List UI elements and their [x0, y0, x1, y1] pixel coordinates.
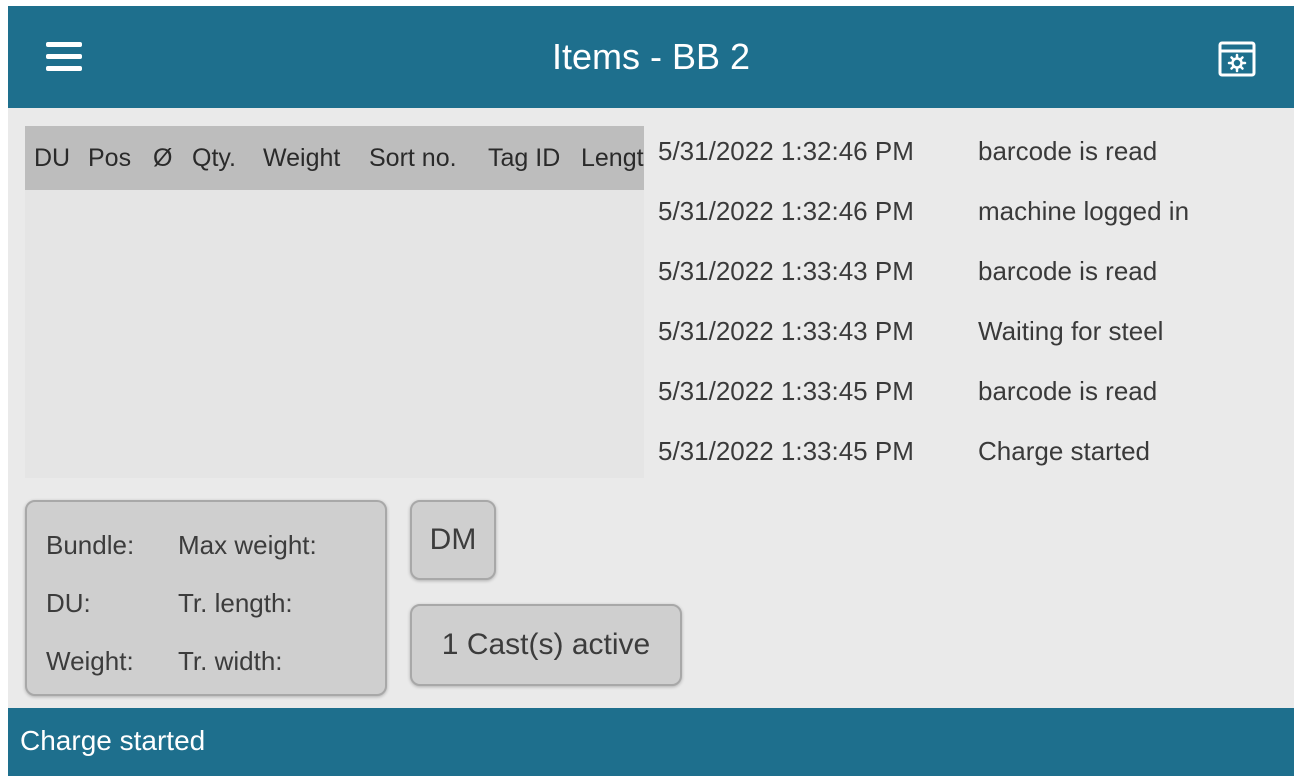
dm-button[interactable]: DM	[410, 500, 496, 580]
column-header-du[interactable]: DU	[34, 126, 70, 190]
column-header-qty[interactable]: Qty.	[192, 126, 236, 190]
bundle-label: Bundle:	[46, 530, 135, 560]
log-timestamp: 5/31/2022 1:32:46 PM	[658, 136, 914, 166]
top-bar: Items - BB 2	[8, 6, 1294, 108]
app-frame: Items - BB 2 DU Pos Ø Qty. Weight Sort n…	[8, 6, 1294, 776]
log-message: barcode is read	[978, 376, 1158, 406]
column-header-tag-id[interactable]: Tag ID	[488, 126, 560, 190]
du-label: DU:	[46, 588, 91, 618]
status-bar: Charge started	[8, 708, 1294, 776]
log-timestamp: 5/31/2022 1:33:43 PM	[658, 256, 914, 286]
bundle-info-panel: Bundle: Max weight: DU: Tr. length: Weig…	[25, 500, 387, 696]
cast-active-button[interactable]: 1 Cast(s) active	[410, 604, 682, 686]
log-timestamp: 5/31/2022 1:33:45 PM	[658, 376, 914, 406]
max-weight-label: Max weight:	[178, 530, 317, 560]
log-entry: 5/31/2022 1:32:46 PM machine logged in	[658, 196, 1278, 236]
log-message: barcode is read	[978, 136, 1158, 166]
tr-length-label: Tr. length:	[178, 588, 293, 618]
page-title: Items - BB 2	[551, 36, 751, 77]
log-entry: 5/31/2022 1:33:43 PM Waiting for steel	[658, 316, 1278, 356]
log-timestamp: 5/31/2022 1:33:45 PM	[658, 436, 914, 466]
table-header: DU Pos Ø Qty. Weight Sort no. Tag ID Len…	[25, 126, 644, 190]
log-entry: 5/31/2022 1:33:45 PM barcode is read	[658, 376, 1278, 416]
log-entry: 5/31/2022 1:33:43 PM barcode is read	[658, 256, 1278, 296]
settings-window-icon[interactable]	[1217, 40, 1257, 78]
tr-width-label: Tr. width:	[178, 646, 283, 676]
column-header-diameter[interactable]: Ø	[153, 126, 172, 190]
column-header-sort-no[interactable]: Sort no.	[369, 126, 457, 190]
log-message: machine logged in	[978, 196, 1190, 226]
log-entry: 5/31/2022 1:32:46 PM barcode is read	[658, 136, 1278, 176]
column-header-weight[interactable]: Weight	[263, 126, 340, 190]
log-message: Waiting for steel	[978, 316, 1164, 346]
column-header-length[interactable]: Length	[581, 126, 644, 190]
column-header-pos[interactable]: Pos	[88, 126, 131, 190]
hamburger-menu-icon[interactable]	[44, 38, 84, 76]
log-message: barcode is read	[978, 256, 1158, 286]
log-entry: 5/31/2022 1:33:45 PM Charge started	[658, 436, 1278, 476]
status-text: Charge started	[20, 725, 206, 756]
log-timestamp: 5/31/2022 1:33:43 PM	[658, 316, 914, 346]
log-timestamp: 5/31/2022 1:32:46 PM	[658, 196, 914, 226]
log-message: Charge started	[978, 436, 1150, 466]
weight-label: Weight:	[46, 646, 134, 676]
items-table[interactable]: DU Pos Ø Qty. Weight Sort no. Tag ID Len…	[25, 126, 644, 478]
